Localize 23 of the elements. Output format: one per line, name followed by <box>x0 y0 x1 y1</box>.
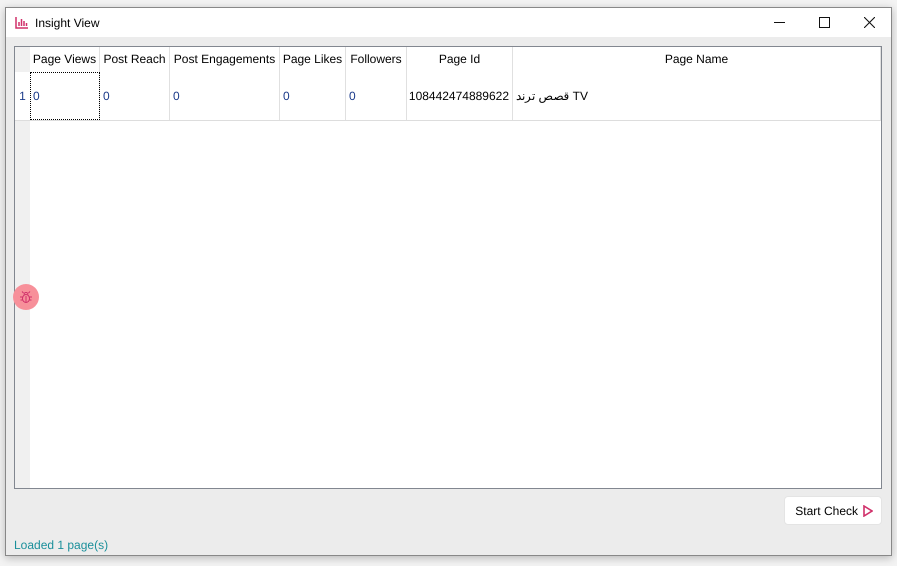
bug-icon <box>19 290 33 304</box>
table-cell: 0 <box>170 72 280 120</box>
table-cell: 0 <box>280 72 346 120</box>
column-header[interactable]: Page Name <box>513 47 881 72</box>
column-header[interactable]: Post Reach <box>100 47 170 72</box>
column-header[interactable]: Page Id <box>407 47 513 72</box>
column-header[interactable]: Followers <box>346 47 407 72</box>
column-header[interactable]: Page Views <box>30 47 100 72</box>
table-cell: 0 <box>100 72 170 120</box>
close-icon[interactable] <box>864 17 875 28</box>
table-cell: 0 <box>346 72 407 120</box>
table-cell: 108442474889622 <box>407 72 513 120</box>
status-text: Loaded 1 page(s) <box>14 538 110 552</box>
bug-button[interactable] <box>13 284 39 310</box>
column-header[interactable]: Post Engagements <box>170 47 280 72</box>
maximize-icon[interactable] <box>819 17 830 28</box>
window-title: Insight View <box>35 16 100 30</box>
bar-chart-icon <box>15 16 29 29</box>
table-cell: 0 <box>30 72 100 120</box>
start-check-button[interactable]: Start Check <box>784 496 882 525</box>
column-header[interactable]: Page Likes <box>280 47 346 72</box>
play-icon <box>863 504 873 516</box>
table-cell: قصص ترند TV <box>513 72 881 120</box>
